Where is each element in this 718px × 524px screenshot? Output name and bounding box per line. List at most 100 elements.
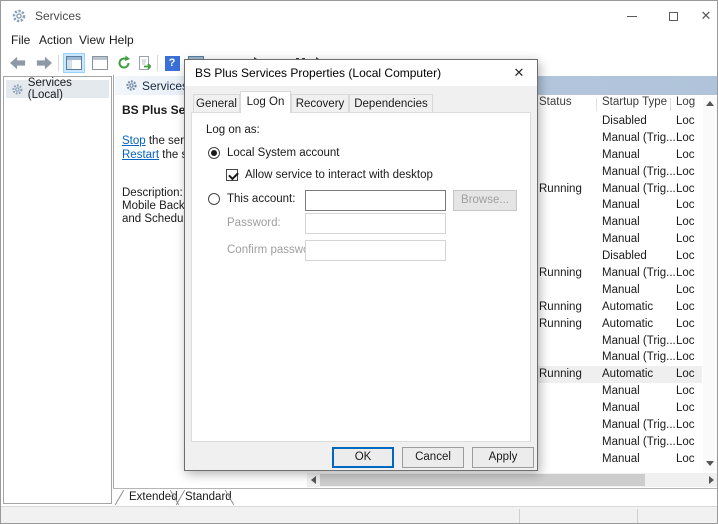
apply-button[interactable]: Apply (472, 447, 534, 468)
description-label: Description: (122, 187, 186, 199)
local-system-radio[interactable] (208, 147, 220, 159)
window-title: Services (35, 9, 81, 23)
column-divider[interactable] (670, 98, 671, 111)
password-input[interactable] (305, 213, 446, 234)
tab-dependencies[interactable]: Dependencies (349, 94, 433, 112)
export-list-icon (138, 55, 154, 71)
export-list-button[interactable] (135, 53, 157, 73)
vertical-scrollbar[interactable] (703, 96, 718, 471)
service-cell: Manual (602, 383, 640, 400)
service-row[interactable]: RunningAutomaticLoc (522, 316, 702, 333)
refresh-icon (116, 55, 132, 71)
service-cell: Manual (Trig... (602, 265, 676, 282)
service-row[interactable]: Manual (Trig...Loc (522, 434, 702, 451)
service-cell: Loc (676, 147, 695, 164)
back-button[interactable] (7, 53, 29, 73)
column-header-startup-type[interactable]: Startup Type (602, 96, 667, 113)
service-row[interactable]: Manual Loc (522, 214, 702, 231)
stop-service-line: Stop the service (122, 135, 186, 147)
service-cell: Automatic (602, 316, 653, 333)
sidebar-item-services-local[interactable]: Services (Local) (6, 80, 109, 98)
service-row[interactable]: ManualLoc (522, 197, 702, 214)
service-row[interactable]: ManualLoc (522, 383, 702, 400)
interact-desktop-checkbox[interactable] (226, 169, 238, 181)
service-row[interactable]: ManualLoc (522, 451, 702, 468)
service-cell: Loc (676, 231, 695, 248)
account-input[interactable] (305, 190, 446, 211)
ok-button[interactable]: OK (332, 447, 394, 468)
properties-button[interactable] (89, 53, 111, 73)
dialog-close-button[interactable]: ✕ (505, 62, 533, 84)
service-cell: Loc (676, 214, 695, 231)
tab-standard[interactable]: Standard (185, 491, 232, 503)
column-header-status[interactable]: Status (539, 96, 572, 113)
scroll-right-icon[interactable] (709, 476, 714, 484)
service-row[interactable]: DisabledLoc (522, 248, 702, 265)
this-account-radio[interactable] (208, 193, 220, 205)
tab-general[interactable]: General (193, 94, 240, 112)
maximize-button[interactable] (656, 1, 690, 30)
restart-service-line: Restart the service (122, 149, 186, 161)
service-row[interactable]: ManualLoc (522, 147, 702, 164)
services-rows: DisabledLocManual (Trig...LocManualLocMa… (522, 113, 702, 468)
help-button[interactable]: ? (161, 53, 183, 73)
menu-file[interactable]: File (11, 33, 30, 47)
close-button[interactable]: ✕ (689, 1, 718, 30)
menu-view[interactable]: View (79, 33, 105, 47)
confirm-password-input[interactable] (305, 240, 446, 261)
service-cell: Running (539, 299, 582, 316)
horizontal-scrollbar[interactable] (307, 473, 718, 487)
column-header-log-on-as[interactable]: Log (676, 96, 695, 113)
cancel-button[interactable]: Cancel (402, 447, 464, 468)
tab-recovery[interactable]: Recovery (291, 94, 349, 112)
menu-action[interactable]: Action (39, 33, 72, 47)
toolbar-separator (157, 55, 158, 71)
service-row[interactable]: DisabledLoc (522, 113, 702, 130)
service-cell: Loc (676, 333, 695, 350)
toolbar-separator (58, 55, 59, 71)
service-cell: Manual (Trig... (602, 434, 676, 451)
service-row[interactable]: Manual (Trig...Loc (522, 349, 702, 366)
service-row[interactable]: RunningManual (Trig...Loc (522, 265, 702, 282)
service-cell: Loc (676, 316, 695, 333)
stop-service-link[interactable]: Stop (122, 135, 146, 147)
log-on-tab-page: Log on as: Local System account Allow se… (191, 112, 531, 442)
title-bar: Services ✕ (1, 1, 717, 31)
scroll-up-icon[interactable] (706, 101, 714, 106)
show-console-tree-button[interactable] (63, 53, 85, 73)
service-row[interactable]: Manual (Trig...Loc (522, 417, 702, 434)
statusbar-divider (637, 509, 638, 524)
tab-log-on[interactable]: Log On (240, 91, 291, 113)
service-cell: Manual (602, 400, 640, 417)
service-row[interactable]: Manual (Trig...Loc (522, 130, 702, 147)
column-divider[interactable] (596, 98, 597, 111)
service-row[interactable]: ManualLoc (522, 400, 702, 417)
dialog-title: BS Plus Services Properties (Local Compu… (195, 66, 441, 80)
minimize-button[interactable] (615, 1, 649, 30)
service-cell: Manual (602, 214, 640, 231)
service-cell: Manual (Trig... (602, 333, 676, 350)
service-row[interactable]: RunningManual (Trig...Loc (522, 181, 702, 198)
this-account-label: This account: (227, 193, 295, 205)
forward-button[interactable] (33, 53, 55, 73)
service-cell: Loc (676, 248, 695, 265)
scroll-left-icon[interactable] (311, 476, 316, 484)
service-row[interactable]: ManualLoc (522, 282, 702, 299)
menu-help[interactable]: Help (109, 33, 134, 47)
service-row[interactable]: Manual (Trig...Loc (522, 333, 702, 350)
selected-service-title: BS Plus Services (122, 103, 186, 117)
restart-service-link[interactable]: Restart (122, 149, 159, 161)
back-arrow-icon (9, 55, 27, 71)
scrollbar-thumb[interactable] (320, 474, 645, 486)
service-row[interactable]: ManualLoc (522, 231, 702, 248)
service-cell: Manual (Trig... (602, 181, 676, 198)
service-row[interactable]: Manual (Trig...Loc (522, 164, 702, 181)
service-cell: Manual (602, 197, 640, 214)
service-cell: Running (539, 265, 582, 282)
service-row[interactable]: RunningAutomaticLoc (522, 366, 702, 383)
browse-button[interactable]: Browse... (453, 190, 517, 211)
tab-slant (115, 490, 124, 505)
refresh-button[interactable] (113, 53, 135, 73)
service-row[interactable]: RunningAutomaticLoc (522, 299, 702, 316)
scroll-down-icon[interactable] (706, 461, 714, 466)
